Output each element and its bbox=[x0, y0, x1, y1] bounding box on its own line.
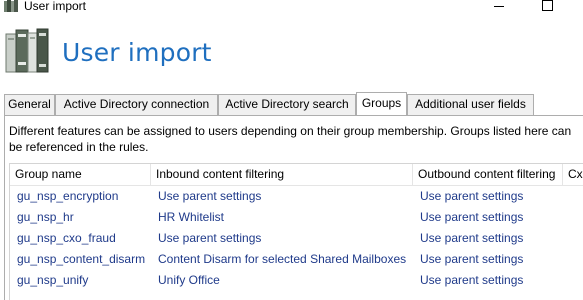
groups-table: Group name Inbound content filtering Out… bbox=[9, 163, 583, 300]
description: Different features can be assigned to us… bbox=[9, 123, 583, 155]
table-row[interactable]: gu_nsp_encryption Use parent settings Us… bbox=[10, 186, 583, 207]
table-row[interactable]: gu_nsp_hr HR Whitelist Use parent settin… bbox=[10, 207, 583, 228]
tab-general[interactable]: General bbox=[4, 94, 55, 115]
column-header-group-name[interactable]: Group name bbox=[10, 164, 151, 185]
tab-active-directory-search[interactable]: Active Directory search bbox=[218, 94, 356, 115]
cell-outbound: Use parent settings bbox=[420, 252, 524, 266]
title-bar: User import bbox=[0, 0, 583, 16]
cell-group-name: gu_nsp_unify bbox=[17, 273, 89, 287]
tab-additional-user-fields[interactable]: Additional user fields bbox=[407, 94, 534, 115]
table-row[interactable]: gu_nsp_unify Unify Office Use parent set… bbox=[10, 270, 583, 291]
column-header-cx[interactable]: Cx bbox=[563, 164, 583, 185]
cell-group-name: gu_nsp_content_disarm bbox=[17, 252, 146, 266]
cell-group-name: gu_nsp_cxo_fraud bbox=[17, 231, 116, 245]
maximize-button[interactable] bbox=[540, 0, 554, 12]
cell-outbound: Use parent settings bbox=[420, 231, 524, 245]
tab-active-directory-connection[interactable]: Active Directory connection bbox=[55, 94, 218, 115]
table-header: Group name Inbound content filtering Out… bbox=[10, 164, 583, 186]
cell-group-name: gu_nsp_encryption bbox=[17, 189, 119, 203]
cell-group-name: gu_nsp_hr bbox=[17, 210, 74, 224]
tab-strip: General Active Directory connection Acti… bbox=[4, 92, 583, 115]
books-icon bbox=[4, 28, 50, 74]
column-header-inbound-content-filtering[interactable]: Inbound content filtering bbox=[151, 164, 413, 185]
description-line-1: Different features can be assigned to us… bbox=[9, 124, 572, 138]
cell-inbound: Unify Office bbox=[158, 273, 220, 287]
minimize-button[interactable] bbox=[492, 0, 506, 12]
cell-outbound: Use parent settings bbox=[420, 210, 524, 224]
column-header-outbound-content-filtering[interactable]: Outbound content filtering bbox=[413, 164, 563, 185]
cell-inbound: Content Disarm for selected Shared Mailb… bbox=[158, 252, 407, 266]
app-icon bbox=[4, 0, 18, 12]
cell-outbound: Use parent settings bbox=[420, 273, 524, 287]
cell-outbound: Use parent settings bbox=[420, 189, 524, 203]
cell-inbound: HR Whitelist bbox=[158, 210, 225, 224]
cell-inbound: Use parent settings bbox=[158, 231, 262, 245]
cell-inbound: Use parent settings bbox=[158, 189, 262, 203]
table-row[interactable]: gu_nsp_content_disarm Content Disarm for… bbox=[10, 249, 583, 270]
description-line-2: be referenced in the rules. bbox=[9, 140, 149, 154]
table-row[interactable]: gu_nsp_cxo_fraud Use parent settings Use… bbox=[10, 228, 583, 249]
window-title: User import bbox=[24, 0, 87, 13]
page-title: User import bbox=[62, 38, 212, 67]
tab-groups[interactable]: Groups bbox=[356, 92, 407, 115]
